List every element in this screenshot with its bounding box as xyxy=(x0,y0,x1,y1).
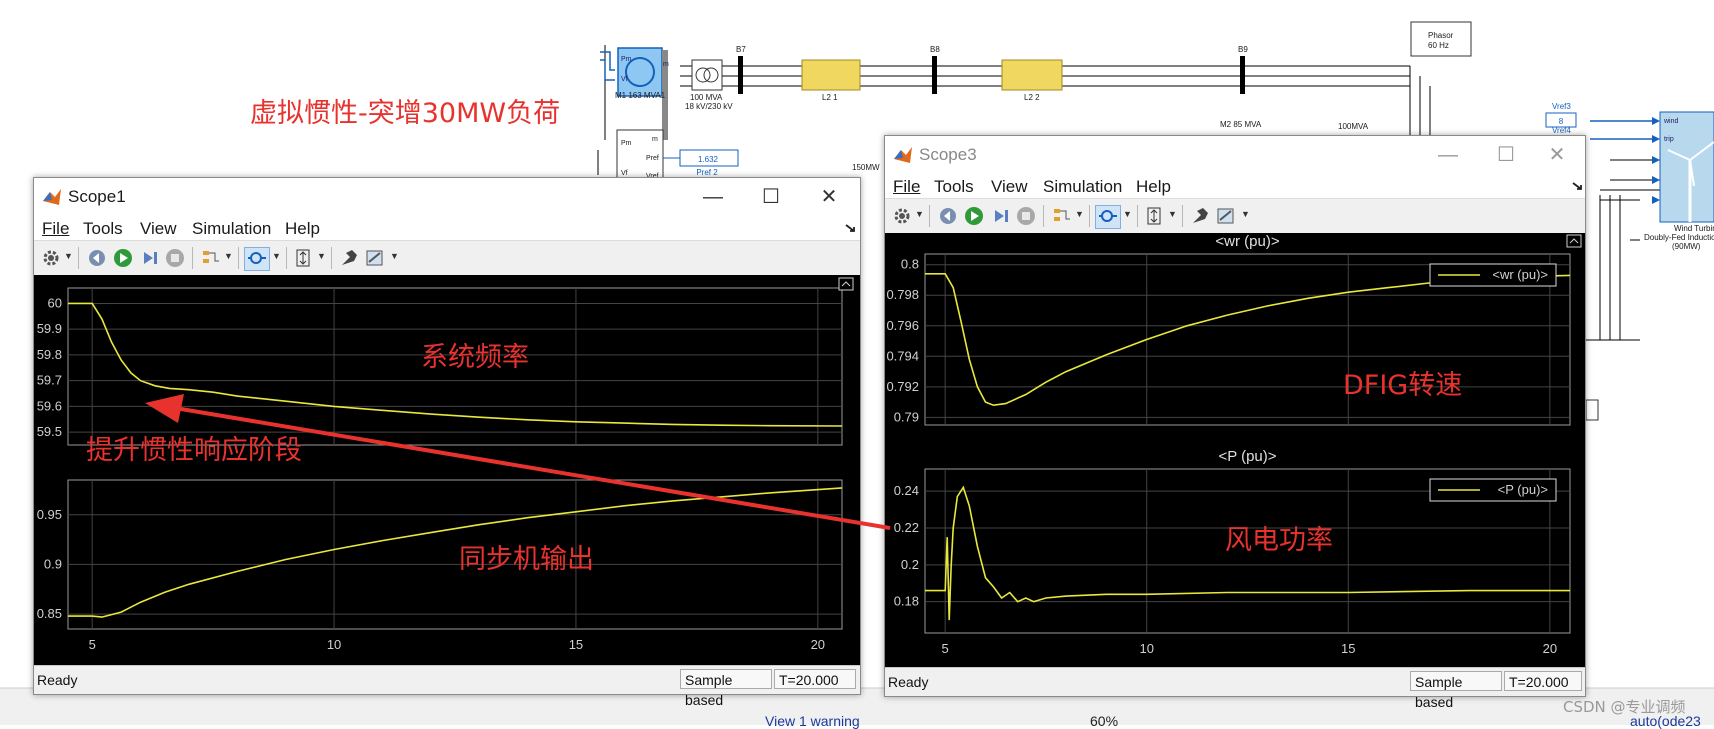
annotation-arrow xyxy=(145,394,891,530)
